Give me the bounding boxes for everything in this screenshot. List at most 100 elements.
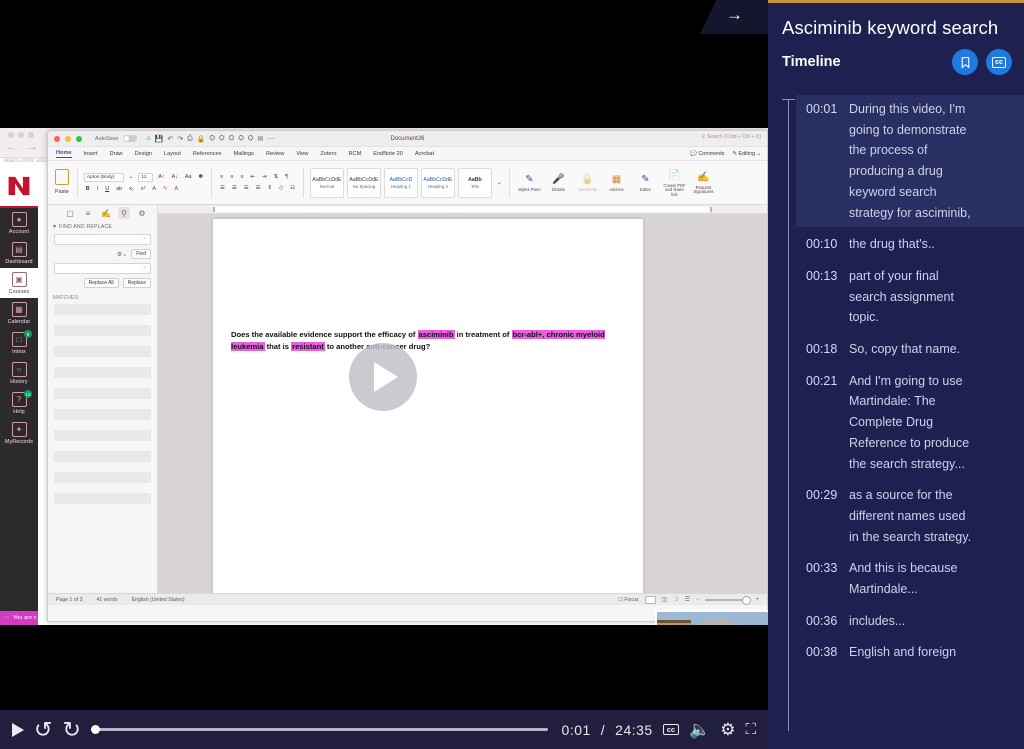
styles-pane-button[interactable]: ✎ Styles Pane [516, 172, 542, 193]
addins-button[interactable]: ▦ Add-ins [603, 172, 629, 193]
fullscreen-button[interactable]: ⛶ [745, 721, 756, 738]
find-options-icon[interactable]: ⚙⌄ [117, 251, 127, 258]
cue-text[interactable]: During this video, I'm going to demonstr… [849, 99, 975, 223]
clipboard-group[interactable]: Paste [53, 161, 71, 204]
sidebar-item-account[interactable]: ● Account [0, 208, 38, 238]
multilevel-list-icon[interactable]: ≡ [238, 173, 245, 181]
panel-action-icons[interactable]: cc [952, 49, 1012, 75]
styles-more-icon[interactable]: ⌄ [495, 179, 504, 187]
play-button[interactable] [12, 722, 24, 737]
cue-timestamp[interactable]: 00:21 [806, 371, 840, 475]
org-icon[interactable]: ⛭ [219, 135, 225, 143]
settings-icon[interactable]: ⚙ [136, 207, 148, 219]
replace-input[interactable] [54, 263, 151, 274]
captions-toggle-button[interactable]: cc [986, 49, 1012, 75]
player-control-bar[interactable]: ↺ ↻ 0:01 / 24:35 cc 🔈 ⚙ ⛶ [0, 710, 768, 749]
tab-insert[interactable]: Insert [84, 151, 98, 157]
style-heading-2[interactable]: AaBbCcDdE Heading 2 [420, 167, 455, 198]
style-no-spacing[interactable]: AaBbCcDdE No Spacing [346, 167, 381, 198]
tab-rcm[interactable]: RCM [349, 151, 362, 157]
sensitivity-button[interactable]: 🔒 Sensitivity [574, 172, 600, 193]
transcript-cue[interactable]: 00:18 So, copy that name. [796, 335, 1024, 364]
borders-icon[interactable]: ☷ [288, 184, 297, 192]
pane-tabs[interactable]: ▢ ≡ ✍ ⚲ ⚙ [48, 205, 157, 221]
disclosure-triangle-icon[interactable]: ▼ [52, 224, 57, 230]
thumbnail-icon[interactable]: ▢ [64, 207, 76, 219]
transcript-cue[interactable]: 00:13 part of your final search assignme… [796, 262, 1024, 332]
cue-text[interactable]: English and foreign [849, 642, 956, 663]
volume-button[interactable]: 🔈 [689, 720, 710, 740]
more-icon[interactable]: ⋯ [267, 135, 274, 143]
shading-icon[interactable]: ◇ [277, 184, 285, 192]
highlight-color-icon[interactable]: ✎ [161, 185, 170, 193]
sidebar-item-myrecords[interactable]: ✦ MyRecords [0, 418, 38, 448]
style-normal[interactable]: AaBbCcDdE Normal [309, 167, 344, 198]
maximize-icon[interactable] [76, 135, 82, 142]
cue-timestamp[interactable]: 00:33 [806, 558, 840, 599]
sidebar-item-inbox[interactable]: □ 9 Inbox [0, 328, 38, 358]
ruler[interactable] [158, 205, 767, 214]
lock-icon[interactable]: 🔒 [197, 135, 206, 143]
cue-timestamp[interactable]: 00:18 [806, 339, 840, 360]
transcript-cue[interactable]: 00:10 the drug that's.. [796, 230, 1024, 259]
outline-icon[interactable]: ≡ [82, 207, 94, 219]
transcript-cue[interactable]: 00:01 During this video, I'm going to de… [796, 95, 1024, 228]
line-spacing-icon[interactable]: ⇕ [265, 184, 274, 192]
university-n-logo[interactable] [0, 166, 38, 208]
style-heading-1[interactable]: AaBbCcD Heading 1 [383, 167, 418, 198]
lms-footer-banner[interactable]: 👓 You are c [0, 611, 38, 625]
cue-text[interactable]: And I'm going to use Martindale: The Com… [849, 371, 975, 475]
transcript-cue[interactable]: 00:33 And this is because Martindale... [796, 554, 1024, 603]
transcript-cue[interactable]: 00:36 includes... [796, 607, 1024, 636]
word-status-bar[interactable]: Page 1 of 3 41 words English (United Sta… [48, 593, 767, 605]
clear-formatting-icon[interactable]: ✽ [197, 173, 206, 181]
sidebar-item-help[interactable]: ? 12 Help [0, 388, 38, 418]
font-name-input[interactable]: Aptos (Body) [83, 172, 124, 182]
seek-handle[interactable] [91, 725, 101, 734]
print-layout-view-icon[interactable] [644, 595, 656, 604]
timeline-list[interactable]: 00:01 During this video, I'm going to de… [768, 95, 1024, 749]
grow-font-icon[interactable]: A↑ [156, 173, 166, 181]
zoom-slider[interactable] [705, 595, 752, 605]
decrease-indent-icon[interactable]: ⇤ [249, 173, 258, 181]
align-left-icon[interactable]: ☰ [218, 184, 227, 192]
outline-view-icon[interactable]: ☰ [685, 596, 690, 603]
tab-endnote[interactable]: EndNote 20 [373, 151, 403, 157]
play-overlay-button[interactable] [349, 343, 417, 411]
focus-button[interactable]: ☐ Focus [618, 597, 638, 603]
bold-icon[interactable]: B [84, 185, 92, 193]
justify-icon[interactable]: ☰ [254, 184, 263, 192]
styles-gallery[interactable]: AaBbCcDdE Normal AaBbCcDdE No Spacing Aa… [309, 167, 504, 198]
focus-view-icon[interactable]: ☽ [673, 596, 678, 603]
settings-button[interactable]: ⚙ [720, 720, 735, 740]
find-input[interactable] [54, 234, 151, 245]
minimize-icon[interactable] [65, 135, 71, 142]
chevron-down-icon[interactable]: ⌄ [127, 173, 136, 181]
align-right-icon[interactable]: ☰ [242, 184, 251, 192]
paragraph-group[interactable]: ≡ ≡ ≡ ⇤ ⇥ ⇅ ¶ ☰ ☰ ☰ ☰ ⇕ ◇ ☷ [218, 161, 297, 204]
tab-mailings[interactable]: Mailings [233, 151, 254, 157]
home-icon[interactable]: ⌂ [146, 135, 150, 142]
tab-acrobat[interactable]: Acrobat [415, 151, 434, 157]
cue-text[interactable]: includes... [849, 611, 905, 632]
find-actions[interactable]: ⚙⌄ Find [48, 247, 157, 261]
italic-icon[interactable]: I [95, 185, 101, 193]
review-icon[interactable]: ✍ [100, 207, 112, 219]
replace-all-button[interactable]: Replace All [83, 278, 119, 288]
print-icon[interactable]: ⎙ [187, 135, 193, 143]
save-icon[interactable]: 💾 [155, 135, 164, 143]
cue-timestamp[interactable]: 00:13 [806, 266, 840, 328]
sidebar-item-dashboard[interactable]: ▤ Dashboard [0, 238, 38, 268]
seek-bar[interactable] [91, 720, 548, 740]
comments-button[interactable]: 💬 Comments [690, 151, 724, 157]
status-right-controls[interactable]: ☐ Focus ◫ ☽ ☰ − + [618, 595, 759, 605]
mail-icon[interactable]: ✉ [257, 135, 263, 143]
change-case-icon[interactable]: Aa [183, 173, 194, 181]
rewind-button[interactable]: ↺ [34, 717, 52, 743]
ribbon-commands[interactable]: ✎ Styles Pane 🎤 Dictate 🔒 Sensitivity ▦ … [516, 168, 716, 198]
redo-icon[interactable]: ↷ [177, 135, 183, 143]
subscript-icon[interactable]: x₂ [127, 185, 136, 193]
org-icon[interactable]: ⛭ [238, 135, 244, 143]
sidebar-item-calendar[interactable]: ▦ Calendar [0, 298, 38, 328]
cue-timestamp[interactable]: 00:29 [806, 485, 840, 547]
